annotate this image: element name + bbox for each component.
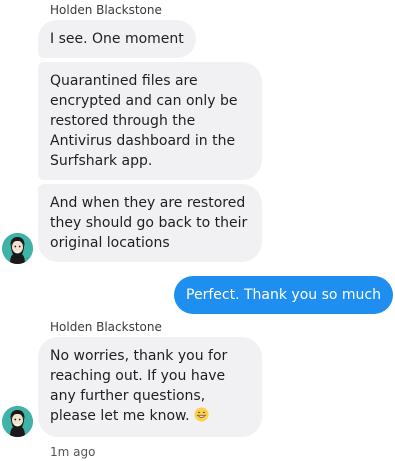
agent-avatar-icon [2,233,33,264]
sender-name: Holden Blackstone [50,320,162,334]
incoming-message: No worries, thank you for reaching out. … [38,337,262,437]
chat-transcript: Holden Blackstone I see. One moment Quar… [0,0,395,461]
grinning-face-emoji [194,407,209,428]
incoming-message: And when they are restored they should g… [38,184,262,262]
incoming-message: I see. One moment [38,20,196,58]
outgoing-message: Perfect. Thank you so much [174,276,393,314]
incoming-message: Quarantined files are encrypted and can … [38,62,262,180]
agent-avatar-icon [2,406,33,437]
message-timestamp: 1m ago [50,445,96,459]
sender-name: Holden Blackstone [50,3,162,17]
